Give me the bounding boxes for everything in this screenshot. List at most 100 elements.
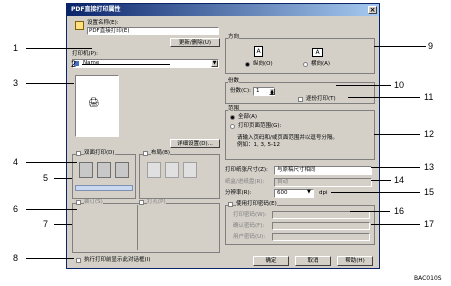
detail-settings-button[interactable]: 详细设置(D)... <box>170 139 220 148</box>
callout-5: 5 <box>43 173 49 183</box>
duplex-scrollbar[interactable] <box>75 185 133 191</box>
collate-checkbox[interactable] <box>298 97 303 102</box>
collate-label: 逐份打印(T) <box>306 96 336 102</box>
confirm-password-field[interactable] <box>272 222 370 230</box>
paper-size-label: 打印纸张尺寸(Z): <box>225 167 268 173</box>
callout-line-2 <box>82 64 170 65</box>
orientation-group-label: 方向 <box>228 34 240 41</box>
cancel-button[interactable]: 取消 <box>295 256 331 266</box>
tray-label: 纸盒/进纸盘(R): <box>225 179 265 185</box>
callout-15: 15 <box>424 187 435 197</box>
callout-line-3 <box>26 83 74 84</box>
paper-size-select[interactable]: 与原稿尺寸相同 <box>274 166 372 175</box>
callout-line-13 <box>371 167 420 168</box>
booklet-checkbox[interactable] <box>143 151 148 156</box>
range-hint-1: 请输入页码和/或页面范围并以逗号分隔。 <box>237 135 338 141</box>
callout-line-15 <box>331 192 420 193</box>
close-icon: × <box>369 6 376 14</box>
help-button[interactable]: 帮助(H) <box>337 256 373 266</box>
landscape-label: 横向(A) <box>311 61 331 67</box>
figure-code: BAC010S <box>414 275 442 282</box>
resolution-label: 分辨率(R): <box>225 190 252 196</box>
callout-line-7 <box>54 224 72 225</box>
punch-label: 打孔(P) <box>147 199 166 206</box>
range-pages-label: 打印页面范围(G): <box>238 123 282 129</box>
spinner-icon: ▲ ▼ <box>270 88 274 96</box>
resolution-unit: dpi <box>319 190 328 196</box>
callout-line-10 <box>336 85 391 86</box>
callout-12: 12 <box>424 129 435 139</box>
callout-13: 13 <box>424 162 435 172</box>
user-password-label: 用户密码(U): <box>233 234 266 240</box>
print-password-field[interactable] <box>272 211 370 219</box>
range-hint-2: 例如：1, 3, 5-12 <box>237 142 280 148</box>
copies-spinner[interactable]: ▲ ▼ <box>269 88 275 96</box>
confirm-password-label: 确认密码(F): <box>233 223 265 229</box>
callout-line-17 <box>371 224 420 225</box>
callout-line-4 <box>26 162 77 163</box>
booklet-layout-icon-3[interactable] <box>183 162 197 178</box>
callout-line-6 <box>26 209 77 210</box>
chevron-down-icon: ▼ <box>307 189 311 195</box>
callout-line-11 <box>348 97 420 98</box>
orientation-group <box>225 38 375 74</box>
user-password-field[interactable] <box>272 233 370 241</box>
callout-line-16 <box>350 211 390 212</box>
tray-select[interactable]: 自动 <box>274 178 372 187</box>
callout-16: 16 <box>394 206 405 216</box>
range-all-radio[interactable] <box>230 115 235 120</box>
staple-label: 装订(S) <box>84 199 103 206</box>
booklet-label: 布局(B) <box>151 150 171 157</box>
duplex-layout-icon-3[interactable] <box>115 162 129 178</box>
staple-checkbox[interactable] <box>76 200 81 205</box>
security-label: 使用打印密码(E) <box>236 201 277 208</box>
ok-button[interactable]: 确定 <box>253 256 289 266</box>
portrait-icon: A <box>254 46 263 57</box>
punch-checkbox[interactable] <box>139 200 144 205</box>
duplex-layout-icon-2[interactable] <box>97 162 111 178</box>
booklet-layout-icon-2[interactable] <box>165 162 179 178</box>
print-password-label: 打印密码(W): <box>233 212 267 218</box>
preset-label: 设置名称(E): <box>87 20 119 26</box>
callout-line-14 <box>371 180 391 181</box>
callout-4: 4 <box>13 157 19 167</box>
portrait-radio[interactable] <box>245 62 250 67</box>
callout-6: 6 <box>13 204 19 214</box>
preview-pane: 🖨 <box>75 75 119 137</box>
landscape-radio[interactable] <box>303 62 308 67</box>
callout-line-8 <box>26 258 74 259</box>
print-properties-dialog: PDF直接打印属性 × 设置名称(E): PDF直接打印(E) 更新/删除(U)… <box>66 3 380 269</box>
callout-10: 10 <box>394 80 405 90</box>
callout-14: 14 <box>394 175 405 185</box>
callout-9: 9 <box>428 41 434 51</box>
finishing-group <box>72 203 220 253</box>
callout-line-12 <box>374 134 420 135</box>
range-all-label: 全部(A) <box>238 114 258 120</box>
callout-line-5 <box>54 178 72 179</box>
portrait-label: 纵向(O) <box>253 61 273 67</box>
duplex-checkbox[interactable] <box>76 151 81 156</box>
range-group-label: 范围 <box>228 106 240 113</box>
show-dialog-checkbox[interactable] <box>76 258 81 263</box>
title-bar: PDF直接打印属性 × <box>67 4 379 16</box>
duplex-label: 双面打印(D) <box>84 150 115 157</box>
range-pages-radio[interactable] <box>230 124 235 129</box>
copies-label: 份数(C): <box>230 88 251 94</box>
preset-name-field[interactable]: PDF直接打印(E) <box>87 27 219 35</box>
printer-preview-icon: 🖨 <box>88 98 100 108</box>
callout-7: 7 <box>43 219 49 229</box>
callout-2: 2 <box>71 59 77 69</box>
window-title: PDF直接打印属性 <box>71 6 121 13</box>
preset-icon <box>75 21 84 30</box>
landscape-icon: A <box>312 48 323 57</box>
booklet-layout-icon-1[interactable] <box>147 162 161 178</box>
callout-11: 11 <box>424 92 434 102</box>
printer-dropdown-button[interactable]: ▼ <box>211 60 218 67</box>
duplex-layout-icon-1[interactable] <box>79 162 93 178</box>
finishing-divider <box>137 205 138 250</box>
security-checkbox[interactable] <box>228 202 233 207</box>
close-button[interactable]: × <box>368 6 377 14</box>
update-delete-button[interactable]: 更新/删除(U) <box>170 38 220 47</box>
callout-17: 17 <box>424 219 435 229</box>
callout-8: 8 <box>13 253 19 263</box>
